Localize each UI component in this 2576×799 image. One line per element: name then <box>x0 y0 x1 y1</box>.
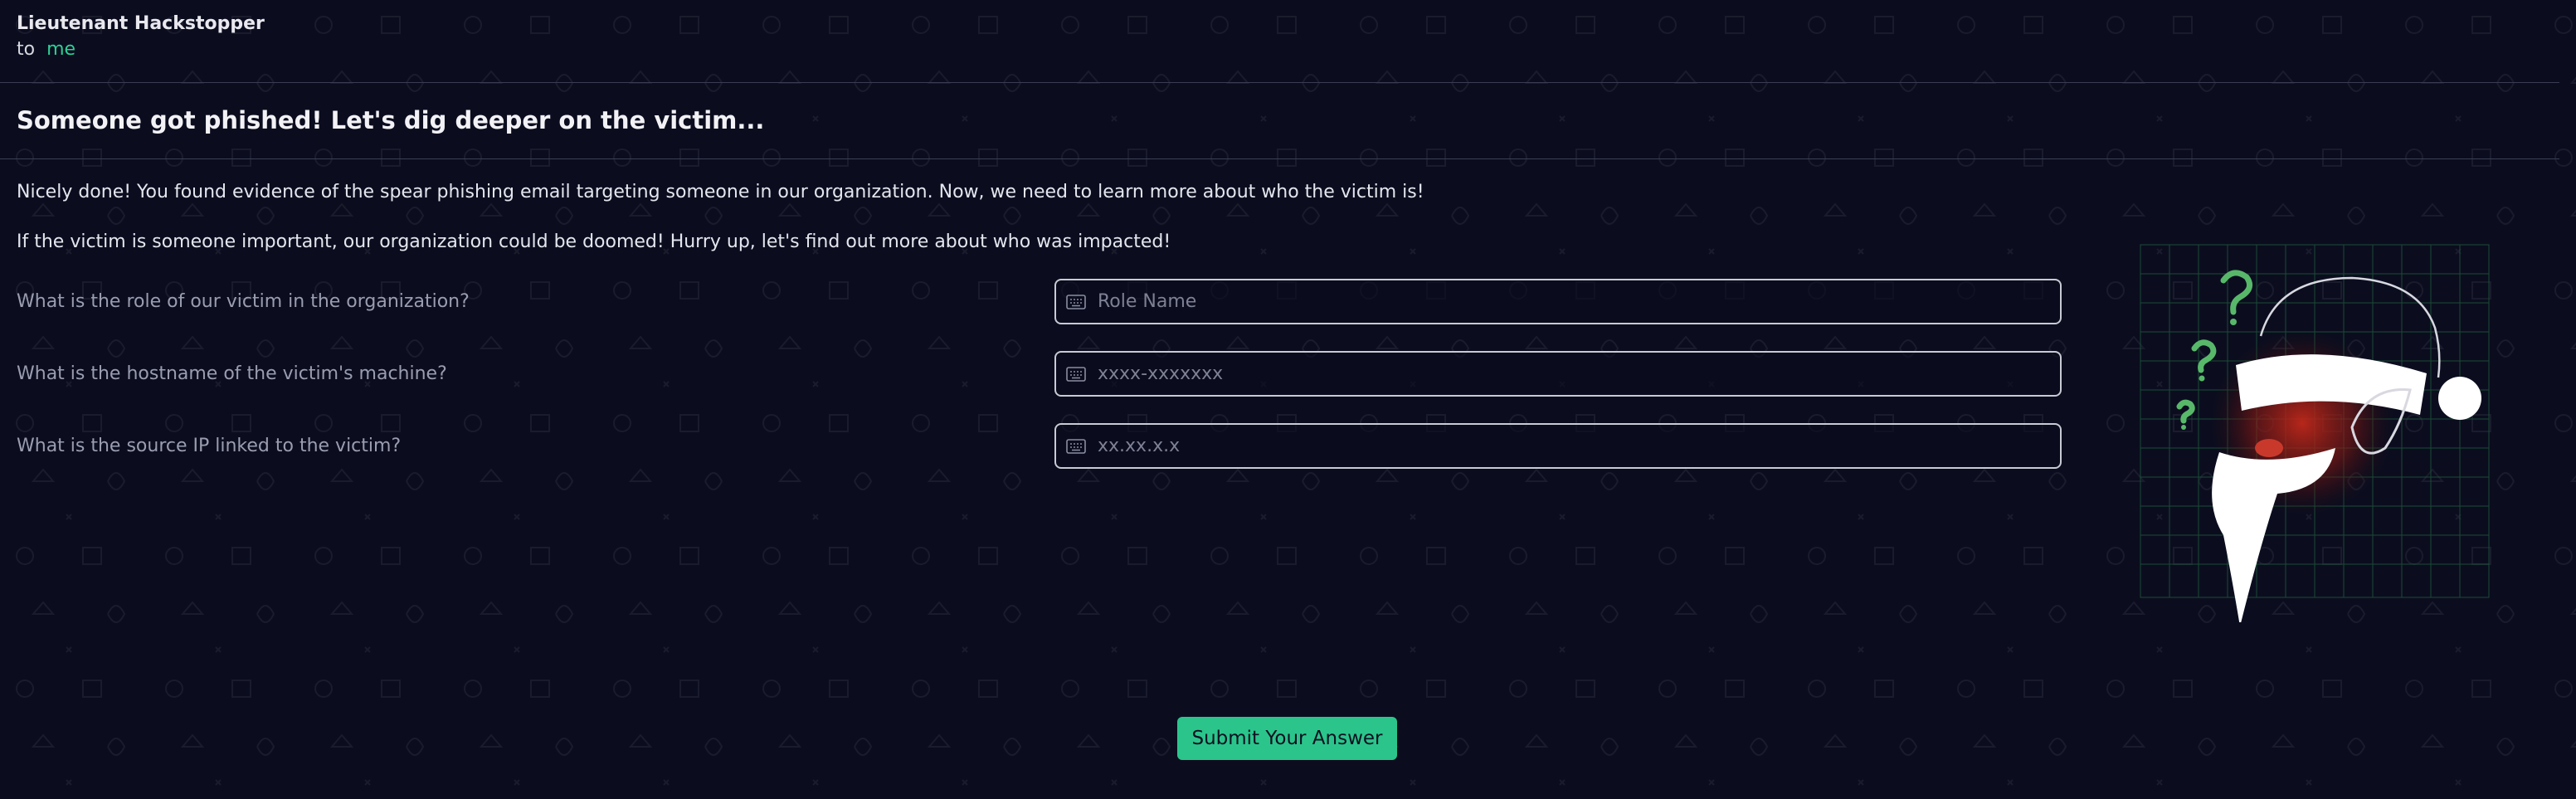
email-paragraph: Nicely done! You found evidence of the s… <box>17 182 1424 202</box>
header-divider <box>0 82 2559 83</box>
email-recipient-line: to me <box>17 39 75 60</box>
question-role-label: What is the role of our victim in the or… <box>17 291 470 312</box>
email-subject: Someone got phished! Let's dig deeper on… <box>17 106 765 134</box>
question-source-ip-label: What is the source IP linked to the vict… <box>17 436 402 456</box>
question-hostname-label: What is the hostname of the victim's mac… <box>17 363 447 384</box>
keyboard-icon <box>1066 366 1086 382</box>
recipient-name: me <box>46 39 76 60</box>
subject-divider <box>0 158 2559 159</box>
source-ip-field[interactable] <box>1054 423 2062 469</box>
source-ip-input[interactable] <box>1096 435 2060 457</box>
santa-hat-question-icon <box>2140 244 2490 622</box>
email-paragraph: If the victim is someone important, our … <box>17 231 1171 252</box>
submit-answer-button[interactable]: Submit Your Answer <box>1177 717 1397 760</box>
to-label: to <box>17 39 36 60</box>
keyboard-icon <box>1066 294 1086 309</box>
role-name-field[interactable] <box>1054 279 2062 324</box>
role-name-input[interactable] <box>1096 290 2060 313</box>
keyboard-icon <box>1066 438 1086 454</box>
email-sender: Lieutenant Hackstopper <box>17 13 265 34</box>
hostname-input[interactable] <box>1096 363 2060 385</box>
hostname-field[interactable] <box>1054 351 2062 397</box>
